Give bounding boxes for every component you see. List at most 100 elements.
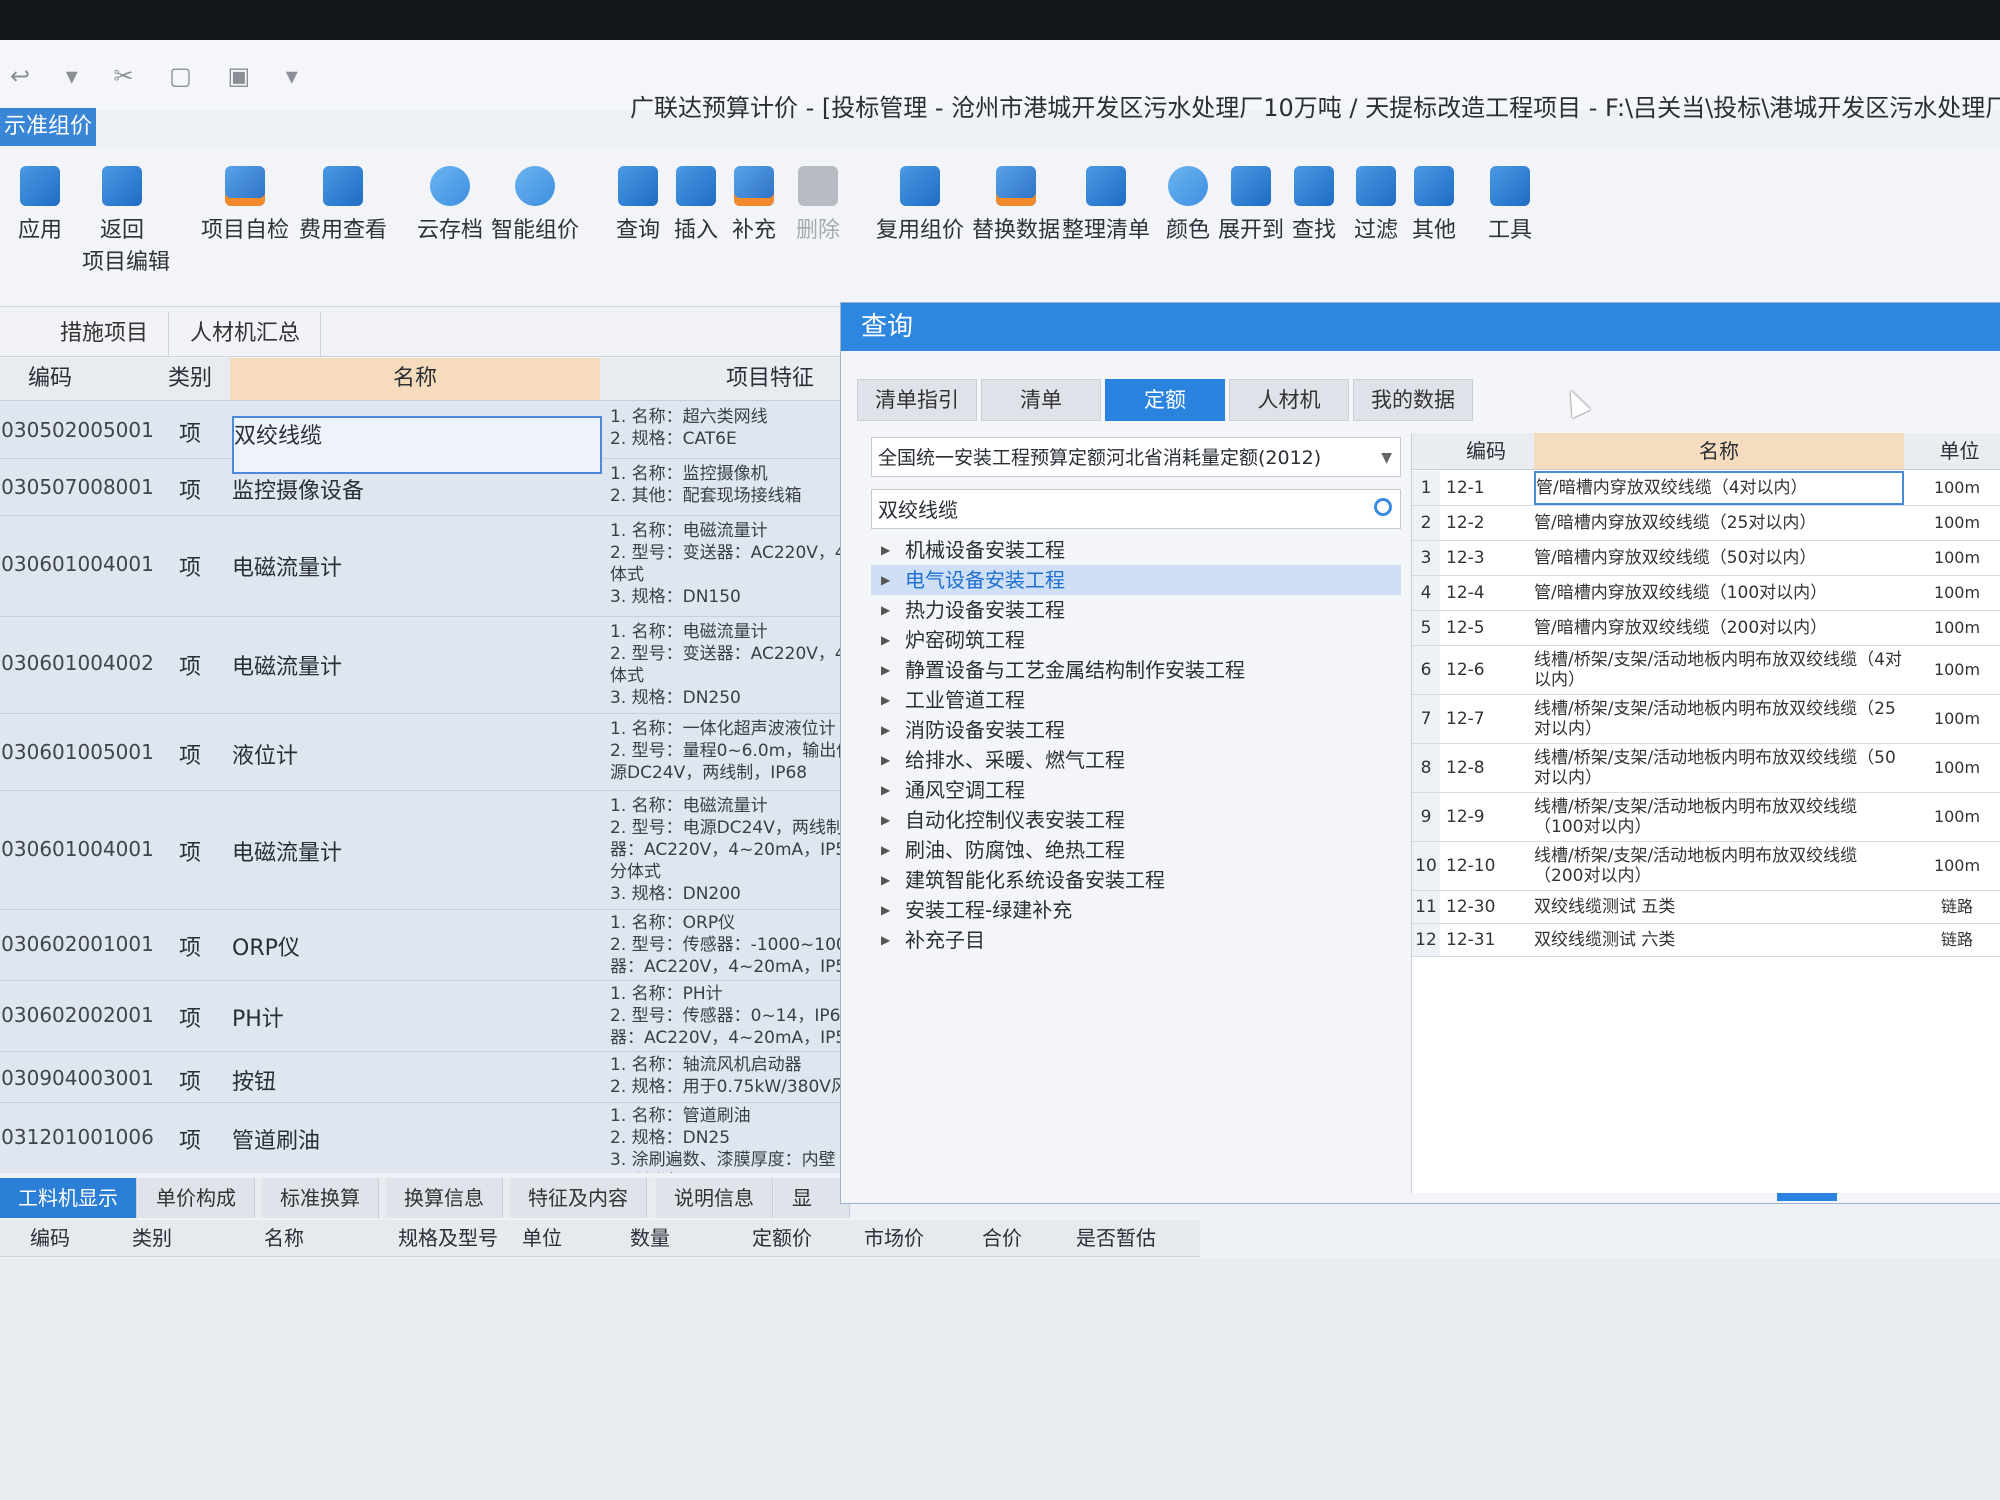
expand-arrow-icon[interactable]: ▶ bbox=[881, 565, 890, 595]
detail-header-market-price[interactable]: 市场价 bbox=[864, 1220, 924, 1256]
tree-item[interactable]: ▶ 热力设备安装工程 bbox=[871, 595, 1401, 625]
app-tab[interactable]: 示准组价 bbox=[0, 108, 96, 146]
header-code[interactable]: 编码 bbox=[0, 358, 100, 400]
tab-bill-guide[interactable]: 清单指引 bbox=[857, 379, 977, 421]
search-input[interactable]: 双绞线缆 bbox=[871, 489, 1401, 529]
table-row[interactable]: 030601004001 项 电磁流量计 1. 名称：电磁流量计 2. 型号：电… bbox=[0, 791, 840, 910]
table-row[interactable]: 030602002001 项 PH计 1. 名称：PH计 2. 型号：传感器：0… bbox=[0, 981, 840, 1052]
results-header-code[interactable]: 编码 bbox=[1446, 433, 1526, 469]
result-row[interactable]: 3 12-3 管/暗槽内穿放双绞线缆（50对以内） 100m bbox=[1412, 541, 2000, 576]
smart-pricing-button[interactable]: 智能组价 bbox=[490, 166, 580, 244]
detail-header-quantity[interactable]: 数量 bbox=[630, 1220, 670, 1256]
expand-arrow-icon[interactable]: ▶ bbox=[881, 685, 890, 715]
detail-header-provisional[interactable]: 是否暂估 bbox=[1076, 1220, 1156, 1256]
apply-button[interactable]: 应用 bbox=[0, 166, 80, 244]
reuse-pricing-button[interactable]: 复用组价 bbox=[870, 166, 970, 244]
expand-arrow-icon[interactable]: ▶ bbox=[881, 655, 890, 685]
quick-access-toolbar[interactable]: ↩ ▾ ✂ ▢ ▣ ▾ bbox=[10, 62, 312, 90]
tab-description-info[interactable]: 说明信息 bbox=[656, 1178, 773, 1218]
tree-item[interactable]: ▶ 炉窑砌筑工程 bbox=[871, 625, 1401, 655]
tab-unit-price-composition[interactable]: 单价构成 bbox=[138, 1178, 255, 1218]
tab-display[interactable]: 显示关 bbox=[774, 1178, 850, 1290]
result-row[interactable]: 10 12-10 线槽/桥架/支架/活动地板内明布放双绞线缆（200对以内） 1… bbox=[1412, 842, 2000, 891]
expand-arrow-icon[interactable]: ▶ bbox=[881, 925, 890, 955]
table-row[interactable]: 030502005001 项 双绞线缆 1. 名称：超六类网线 2. 规格：CA… bbox=[0, 402, 840, 474]
tab-labor-material-display[interactable]: 工料机显示 bbox=[0, 1178, 137, 1218]
expand-arrow-icon[interactable]: ▶ bbox=[881, 835, 890, 865]
tab-features-content[interactable]: 特征及内容 bbox=[510, 1178, 647, 1218]
detail-header-total[interactable]: 合价 bbox=[982, 1220, 1022, 1256]
tab-labor-material-summary[interactable]: 人材机汇总 bbox=[170, 312, 322, 356]
tab-labor-material[interactable]: 人材机 bbox=[1229, 379, 1349, 421]
table-row[interactable]: 031201001006 项 管道刷油 1. 名称：管道刷油 2. 规格：DN2… bbox=[0, 1103, 840, 1173]
detail-header-quota-price[interactable]: 定额价 bbox=[752, 1220, 812, 1256]
search-icon[interactable] bbox=[1374, 498, 1392, 516]
detail-header-type[interactable]: 类别 bbox=[132, 1220, 172, 1256]
tab-conversion-info[interactable]: 换算信息 bbox=[386, 1178, 503, 1218]
expand-arrow-icon[interactable]: ▶ bbox=[881, 805, 890, 835]
tree-item[interactable]: ▶ 静置设备与工艺金属结构制作安装工程 bbox=[871, 655, 1401, 685]
cloud-archive-button[interactable]: 云存档 bbox=[410, 166, 490, 244]
table-row[interactable]: 030904003001 项 按钮 1. 名称：轴流风机启动器 2. 规格：用于… bbox=[0, 1052, 840, 1103]
organize-list-button[interactable]: 整理清单 bbox=[1056, 166, 1156, 244]
result-row[interactable]: 1 12-1 管/暗槽内穿放双绞线缆（4对以内） 100m bbox=[1412, 471, 2000, 506]
expand-arrow-icon[interactable]: ▶ bbox=[881, 595, 890, 625]
header-name[interactable]: 名称 bbox=[230, 358, 600, 400]
delete-button[interactable]: 删除 bbox=[778, 166, 858, 244]
tree-item[interactable]: ▶ 通风空调工程 bbox=[871, 775, 1401, 805]
tree-item[interactable]: ▶ 建筑智能化系统设备安装工程 bbox=[871, 865, 1401, 895]
result-row[interactable]: 8 12-8 线槽/桥架/支架/活动地板内明布放双绞线缆（50对以内） 100m bbox=[1412, 744, 2000, 793]
quota-library-select[interactable]: 全国统一安装工程预算定额河北省消耗量定额(2012) ▼ bbox=[871, 437, 1401, 477]
expand-arrow-icon[interactable]: ▶ bbox=[881, 865, 890, 895]
results-header-name[interactable]: 名称 bbox=[1534, 433, 1904, 469]
tree-item[interactable]: ▶ 自动化控制仪表安装工程 bbox=[871, 805, 1401, 835]
table-row[interactable]: 030507008001 项 监控摄像设备 1. 名称：监控摄像机 2. 其他：… bbox=[0, 459, 840, 516]
detail-header-spec[interactable]: 规格及型号 bbox=[398, 1220, 498, 1256]
result-row[interactable]: 7 12-7 线槽/桥架/支架/活动地板内明布放双绞线缆（25对以内） 100m bbox=[1412, 695, 2000, 744]
other-button[interactable]: 其他 bbox=[1394, 166, 1474, 244]
result-row[interactable]: 9 12-9 线槽/桥架/支架/活动地板内明布放双绞线缆（100对以内） 100… bbox=[1412, 793, 2000, 842]
expand-arrow-icon[interactable]: ▶ bbox=[881, 715, 890, 745]
tree-item[interactable]: ▶ 工业管道工程 bbox=[871, 685, 1401, 715]
back-to-project-edit-button[interactable]: 返回 项目编辑 bbox=[82, 166, 170, 276]
tree-item-selected[interactable]: ▶ 电气设备安装工程 bbox=[871, 565, 1401, 595]
tree-item[interactable]: ▶ 安装工程-绿建补充 bbox=[871, 895, 1401, 925]
splitter-handle[interactable] bbox=[1777, 1193, 1837, 1201]
tab-measures[interactable]: 措施项目 bbox=[40, 312, 170, 356]
result-row[interactable]: 2 12-2 管/暗槽内穿放双绞线缆（25对以内） 100m bbox=[1412, 506, 2000, 541]
expand-arrow-icon[interactable]: ▶ bbox=[881, 895, 890, 925]
header-feature[interactable]: 项目特征 bbox=[700, 358, 840, 400]
tab-bill[interactable]: 清单 bbox=[981, 379, 1101, 421]
tree-item[interactable]: ▶ 补充子目 bbox=[871, 925, 1401, 955]
expand-arrow-icon[interactable]: ▶ bbox=[881, 775, 890, 805]
tab-my-data[interactable]: 我的数据 bbox=[1353, 379, 1473, 421]
detail-header-name[interactable]: 名称 bbox=[264, 1220, 304, 1256]
table-row[interactable]: 030601004001 项 电磁流量计 1. 名称：电磁流量计 2. 型号：变… bbox=[0, 516, 840, 617]
replace-data-button[interactable]: 替换数据 bbox=[966, 166, 1066, 244]
dialog-title[interactable]: 查询 bbox=[841, 303, 2000, 351]
result-row[interactable]: 12 12-31 双绞线缆测试 六类 链路 bbox=[1412, 924, 2000, 957]
result-row[interactable]: 4 12-4 管/暗槽内穿放双绞线缆（100对以内） 100m bbox=[1412, 576, 2000, 611]
detail-header-code[interactable]: 编码 bbox=[30, 1220, 70, 1256]
expand-arrow-icon[interactable]: ▶ bbox=[881, 625, 890, 655]
expand-arrow-icon[interactable]: ▶ bbox=[881, 535, 890, 565]
tree-item[interactable]: ▶ 给排水、采暖、燃气工程 bbox=[871, 745, 1401, 775]
expand-arrow-icon[interactable]: ▶ bbox=[881, 745, 890, 775]
table-row[interactable]: 030601004002 项 电磁流量计 1. 名称：电磁流量计 2. 型号：变… bbox=[0, 617, 840, 714]
tab-quota[interactable]: 定额 bbox=[1105, 379, 1225, 421]
tree-item[interactable]: ▶ 机械设备安装工程 bbox=[871, 535, 1401, 565]
result-row[interactable]: 5 12-5 管/暗槽内穿放双绞线缆（200对以内） 100m bbox=[1412, 611, 2000, 646]
table-row[interactable]: 030601005001 项 液位计 1. 名称：一体化超声波液位计 2. 型号… bbox=[0, 714, 840, 791]
result-row[interactable]: 11 12-30 双绞线缆测试 五类 链路 bbox=[1412, 891, 2000, 924]
cost-view-button[interactable]: 费用查看 bbox=[298, 166, 388, 244]
tab-standard-conversion[interactable]: 标准换算 bbox=[262, 1178, 379, 1218]
detail-header-unit[interactable]: 单位 bbox=[522, 1220, 562, 1256]
tree-item[interactable]: ▶ 消防设备安装工程 bbox=[871, 715, 1401, 745]
table-row[interactable]: 030602001001 项 ORP仪 1. 名称：ORP仪 2. 型号：传感器… bbox=[0, 910, 840, 981]
project-self-check-button[interactable]: 项目自检 bbox=[200, 166, 290, 244]
results-header-unit[interactable]: 单位 bbox=[1917, 433, 2000, 469]
tree-item[interactable]: ▶ 刷油、防腐蚀、绝热工程 bbox=[871, 835, 1401, 865]
header-type[interactable]: 类别 bbox=[150, 358, 230, 400]
result-row[interactable]: 6 12-6 线槽/桥架/支架/活动地板内明布放双绞线缆（4对以内） 100m bbox=[1412, 646, 2000, 695]
tools-button[interactable]: 工具 bbox=[1470, 166, 1550, 244]
